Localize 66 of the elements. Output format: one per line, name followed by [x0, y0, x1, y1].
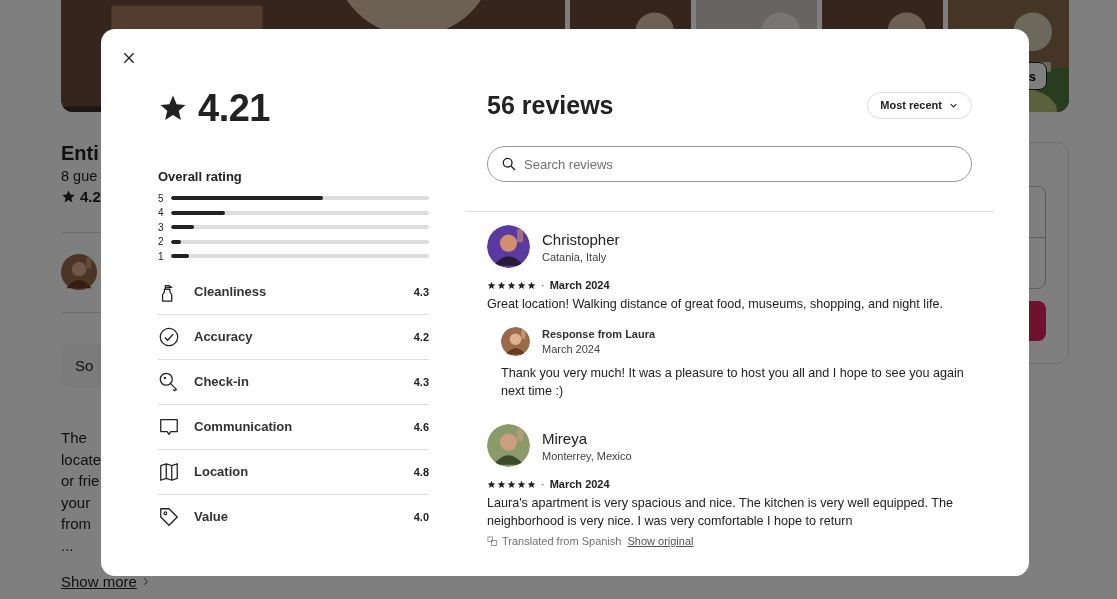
- reviewer-location: Catania, Italy: [542, 250, 608, 263]
- description-text: from: [61, 514, 91, 534]
- category-label: Check-in: [194, 374, 250, 389]
- sort-dropdown[interactable]: Most recent: [867, 91, 972, 119]
- search-field[interactable]: Search reviews: [487, 146, 972, 182]
- description-text: ...: [61, 535, 74, 556]
- reviewer-name: Christopher: [542, 230, 620, 248]
- key-icon: [158, 370, 180, 393]
- section-heading: Overall rating: [158, 169, 243, 184]
- star-icon: [517, 280, 526, 290]
- category-score: 4.3: [413, 375, 429, 388]
- review-text: Great location! Walking distance of great food, museums, shopping, and night life.: [487, 296, 944, 313]
- category-label: Value: [194, 509, 229, 524]
- separator-dot: ·: [541, 279, 545, 291]
- category-label: Location: [194, 464, 250, 479]
- response-title: Response from Laura: [542, 328, 656, 340]
- star-icon: [487, 280, 496, 290]
- response-text: Thank you very much! It was a pleasure to host you all and I hope to see you again next time :): [501, 365, 965, 400]
- checkmark-circle-icon: [158, 325, 180, 348]
- category-score: 4.0: [413, 510, 429, 523]
- translate-icon: [487, 535, 498, 547]
- close-icon: [121, 50, 137, 66]
- bar-label: 1: [158, 250, 165, 262]
- reviews-heading: 56 reviews: [487, 90, 614, 120]
- description-text: The: [61, 428, 87, 448]
- star-icon: [487, 479, 496, 489]
- star-icon: [507, 479, 516, 489]
- response-date: March 2024: [542, 343, 602, 355]
- listing-details: 8 gue: [61, 168, 98, 184]
- review-date: March 2024: [549, 478, 610, 490]
- bar-label: 4: [158, 207, 165, 219]
- reviewer-name: Mireya: [542, 429, 588, 447]
- review-text: Laura's apartment is very spacious and nice. The kitchen is very well equipped. The neighborhood is very nice. I was very comfortable I hope to return: [487, 495, 955, 530]
- search-icon: [501, 156, 517, 172]
- category-score: 4.6: [413, 420, 429, 433]
- category-label: Cleanliness: [194, 284, 268, 299]
- reviewer-location: Monterrey, Mexico: [542, 449, 632, 462]
- notice-text: So: [75, 357, 94, 374]
- bar-label: 5: [158, 192, 165, 204]
- description-text: or frie: [61, 471, 100, 491]
- star-icon: [507, 280, 516, 290]
- show-more-link[interactable]: Show more: [61, 573, 137, 590]
- rating-score: 4.21: [198, 86, 270, 130]
- show-original-link[interactable]: Show original: [627, 535, 694, 547]
- category-score: 4.2: [413, 330, 429, 343]
- category-score: 4.8: [413, 465, 429, 478]
- description-text: locate: [61, 449, 102, 470]
- star-icon: [497, 280, 506, 290]
- star-icon: [527, 479, 536, 489]
- star-icon: [497, 479, 506, 489]
- category-label: Communication: [194, 419, 294, 434]
- bar-label: 3: [158, 221, 165, 233]
- star-icon: [517, 479, 526, 489]
- description-text: your: [61, 492, 91, 513]
- listing-title: Enti: [61, 142, 99, 164]
- rating-text: 4.2: [80, 188, 101, 205]
- translation-note: Translated from Spanish: [502, 535, 622, 547]
- category-label: Accuracy: [194, 329, 254, 344]
- tag-icon: [158, 505, 180, 528]
- bar-label: 2: [158, 236, 165, 248]
- star-icon: [61, 189, 76, 204]
- review-date: March 2024: [549, 279, 610, 291]
- category-score: 4.3: [413, 285, 429, 298]
- star-icon: [527, 280, 536, 290]
- map-icon: [158, 460, 180, 483]
- separator-dot: ·: [541, 478, 545, 490]
